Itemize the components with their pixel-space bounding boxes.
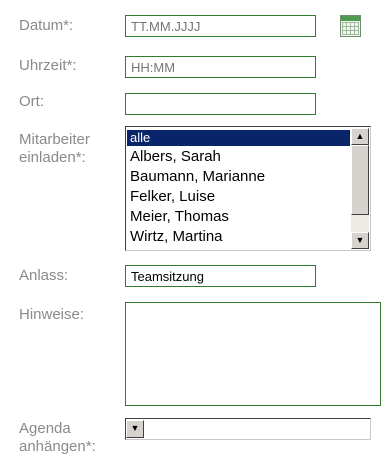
- datum-input[interactable]: [125, 15, 316, 37]
- calendar-icon-grid: [342, 22, 359, 35]
- agenda-label: Agenda anhängen*:: [19, 420, 96, 455]
- uhrzeit-input[interactable]: [125, 56, 316, 78]
- datum-label: Datum*:: [19, 17, 74, 34]
- mitarbeiter-listbox[interactable]: alle Albers, Sarah Baumann, Marianne Fel…: [125, 126, 371, 251]
- anlass-label: Anlass:: [19, 267, 69, 284]
- uhrzeit-label: Uhrzeit*:: [19, 57, 77, 74]
- mitarbeiter-option[interactable]: Wirtz, Martina: [127, 227, 350, 247]
- mitarbeiter-options: alle Albers, Sarah Baumann, Marianne Fel…: [127, 129, 350, 247]
- anlass-input[interactable]: [125, 265, 316, 287]
- calendar-icon-header: [341, 16, 360, 21]
- calendar-icon[interactable]: [340, 15, 361, 37]
- listbox-scrollbar[interactable]: ▲ ▼: [351, 128, 369, 249]
- dropdown-arrow-icon[interactable]: ▼: [126, 420, 144, 438]
- mitarbeiter-option[interactable]: Meier, Thomas: [127, 207, 350, 227]
- hinweise-label: Hinweise:: [19, 306, 85, 323]
- scrollbar-thumb[interactable]: [351, 145, 369, 215]
- mitarbeiter-label: Mitarbeiter einladen*:: [19, 131, 90, 166]
- scroll-up-button[interactable]: ▲: [351, 128, 369, 145]
- ort-input[interactable]: [125, 93, 316, 115]
- scroll-down-button[interactable]: ▼: [351, 232, 369, 249]
- hinweise-textarea[interactable]: [125, 302, 381, 406]
- mitarbeiter-option[interactable]: Baumann, Marianne: [127, 167, 350, 187]
- mitarbeiter-option[interactable]: Felker, Luise: [127, 187, 350, 207]
- ort-label: Ort:: [19, 93, 44, 110]
- mitarbeiter-option-alle[interactable]: alle: [127, 130, 350, 146]
- mitarbeiter-option[interactable]: Albers, Sarah: [127, 147, 350, 167]
- agenda-select[interactable]: --- ▼: [125, 418, 371, 440]
